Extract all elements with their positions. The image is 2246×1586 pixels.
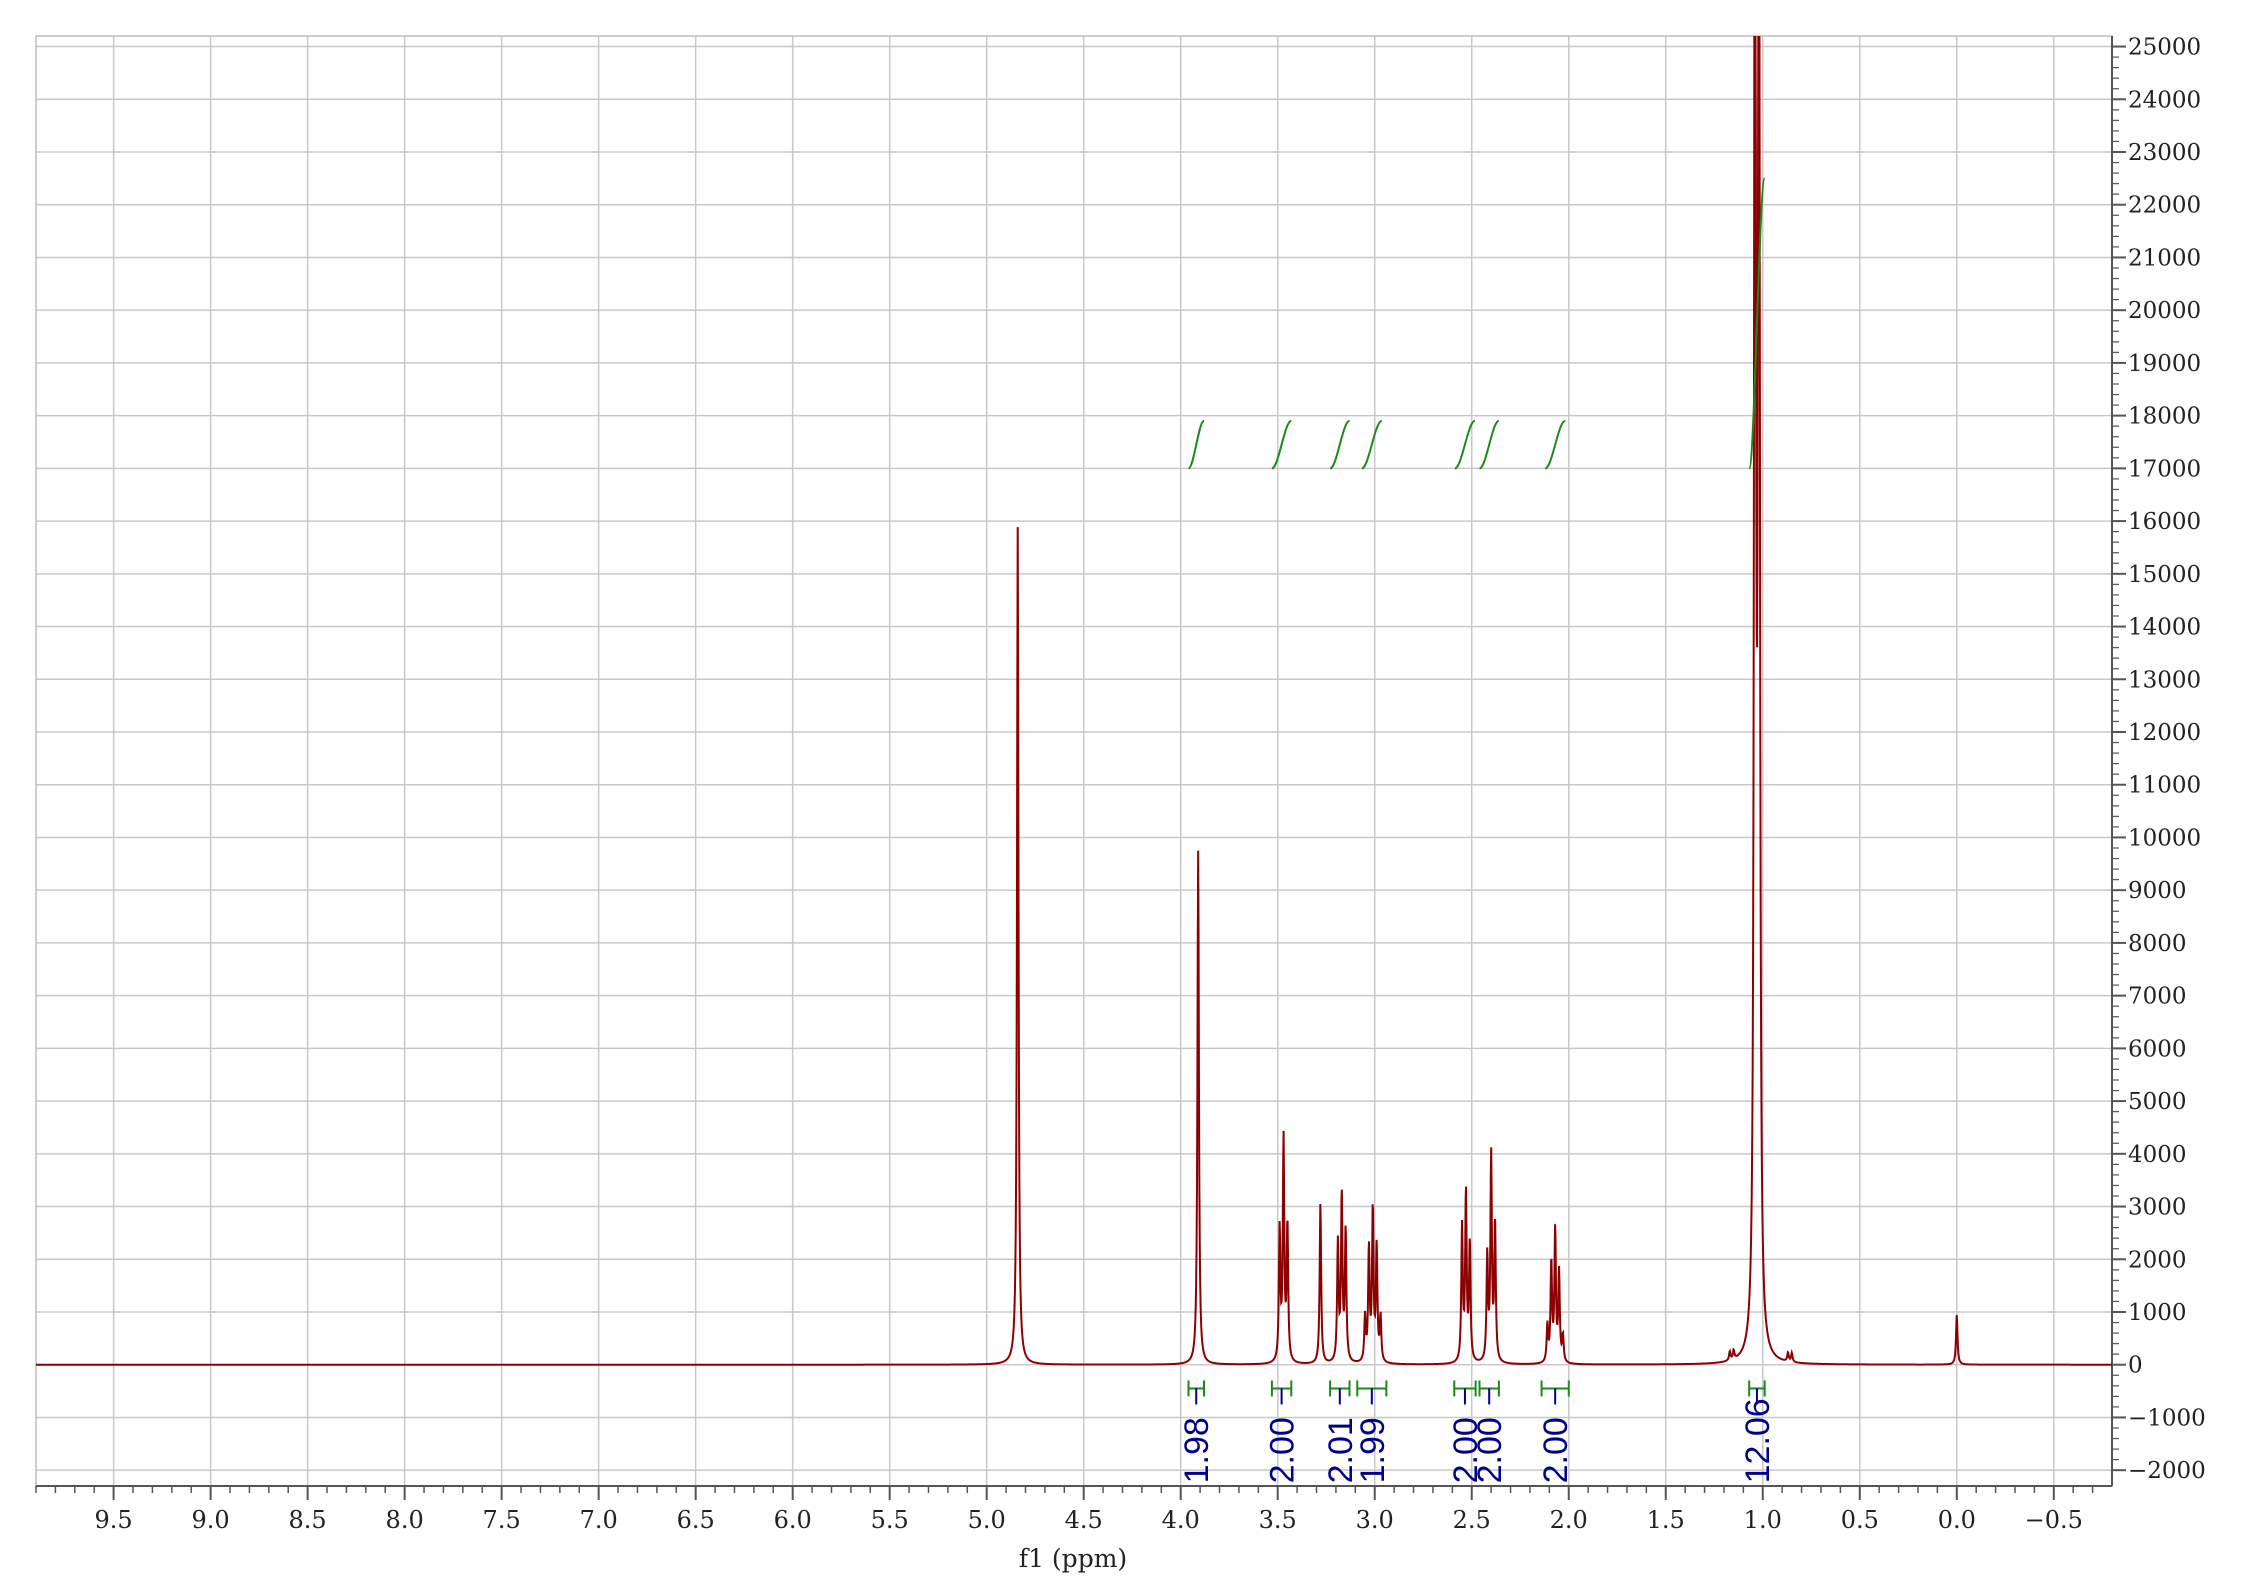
x-tick-label: 8.5 [289,1506,327,1534]
y-tick-label: 14000 [2128,615,2201,641]
x-tick-label: 9.5 [95,1506,133,1534]
y-tick-label: −2000 [2128,1458,2206,1484]
x-tick-label: 2.5 [1453,1506,1491,1534]
y-tick-label: 17000 [2128,456,2201,482]
y-tick-label: 21000 [2128,245,2201,271]
x-axis: 9.5 9.0 8.5 8.0 7.5 7.0 6.5 6.0 5.5 5.0 4.5 4.0 3.5 3… [35,1486,2094,1534]
integral-value-label: 1.99 [1354,1417,1392,1483]
y-tick-label: 18000 [2128,404,2201,430]
plot-background [36,36,2112,1486]
x-tick-label: 9.0 [192,1506,230,1534]
y-tick-label: 15000 [2128,562,2201,588]
y-tick-label: 24000 [2128,87,2201,113]
y-tick-label: 3000 [2128,1195,2187,1221]
x-tick-label: 5.5 [871,1506,909,1534]
x-tick-label: 4.0 [1162,1506,1200,1534]
x-tick-label: −0.5 [2025,1506,2083,1534]
y-tick-label: 10000 [2128,825,2201,851]
x-tick-label: 2.0 [1550,1506,1588,1534]
y-tick-label: 7000 [2128,984,2187,1010]
y-tick-label: 19000 [2128,351,2201,377]
nmr-spectrum-chart: 1.98 2.00 2.011.99 2.002.00 2.00 12.06 9.5 9.0… [35,35,2206,1573]
x-tick-label: 4.5 [1065,1506,1103,1534]
x-tick-label: 8.0 [386,1506,424,1534]
y-tick-label: 6000 [2128,1036,2187,1062]
integral-value-label: 12.06 [1739,1398,1777,1483]
y-tick-label: 2000 [2128,1247,2187,1273]
x-tick-label: 5.0 [968,1506,1006,1534]
y-tick-label: 16000 [2128,509,2201,535]
x-tick-label: 7.0 [580,1506,618,1534]
integral-value-label: 2.00 [1537,1417,1575,1483]
x-tick-label: 3.5 [1259,1506,1297,1534]
integral-value-label: 2.00 [1264,1417,1302,1483]
y-tick-label: 12000 [2128,720,2201,746]
y-tick-label: 4000 [2128,1142,2187,1168]
integral-value-label: 2.00 [1471,1417,1509,1483]
x-tick-label: 3.0 [1356,1506,1394,1534]
y-tick-label: 20000 [2128,298,2201,324]
y-tick-label: 13000 [2128,667,2201,693]
y-tick-label: 5000 [2128,1089,2187,1115]
y-tick-label: 9000 [2128,878,2187,904]
y-tick-label: 11000 [2128,773,2201,799]
y-axis: 2500024000230002200021000200001900018000… [2112,35,2206,1484]
x-tick-label: 1.0 [1744,1506,1782,1534]
y-tick-label: 23000 [2128,140,2201,166]
x-axis-title: f1 (ppm) [1019,1544,1127,1573]
y-tick-label: −1000 [2128,1405,2206,1431]
y-tick-label: 8000 [2128,931,2187,957]
y-tick-label: 1000 [2128,1300,2187,1326]
x-tick-label: 7.5 [483,1506,521,1534]
x-tick-label: 0.0 [1938,1506,1976,1534]
x-tick-label: 6.5 [677,1506,715,1534]
y-tick-label: 0 [2128,1353,2143,1379]
y-tick-label: 22000 [2128,193,2201,219]
y-tick-label: 25000 [2128,35,2201,61]
x-tick-label: 0.5 [1841,1506,1879,1534]
integral-value-label: 1.98 [1178,1417,1216,1483]
x-tick-label: 6.0 [774,1506,812,1534]
x-tick-label: 1.5 [1647,1506,1685,1534]
